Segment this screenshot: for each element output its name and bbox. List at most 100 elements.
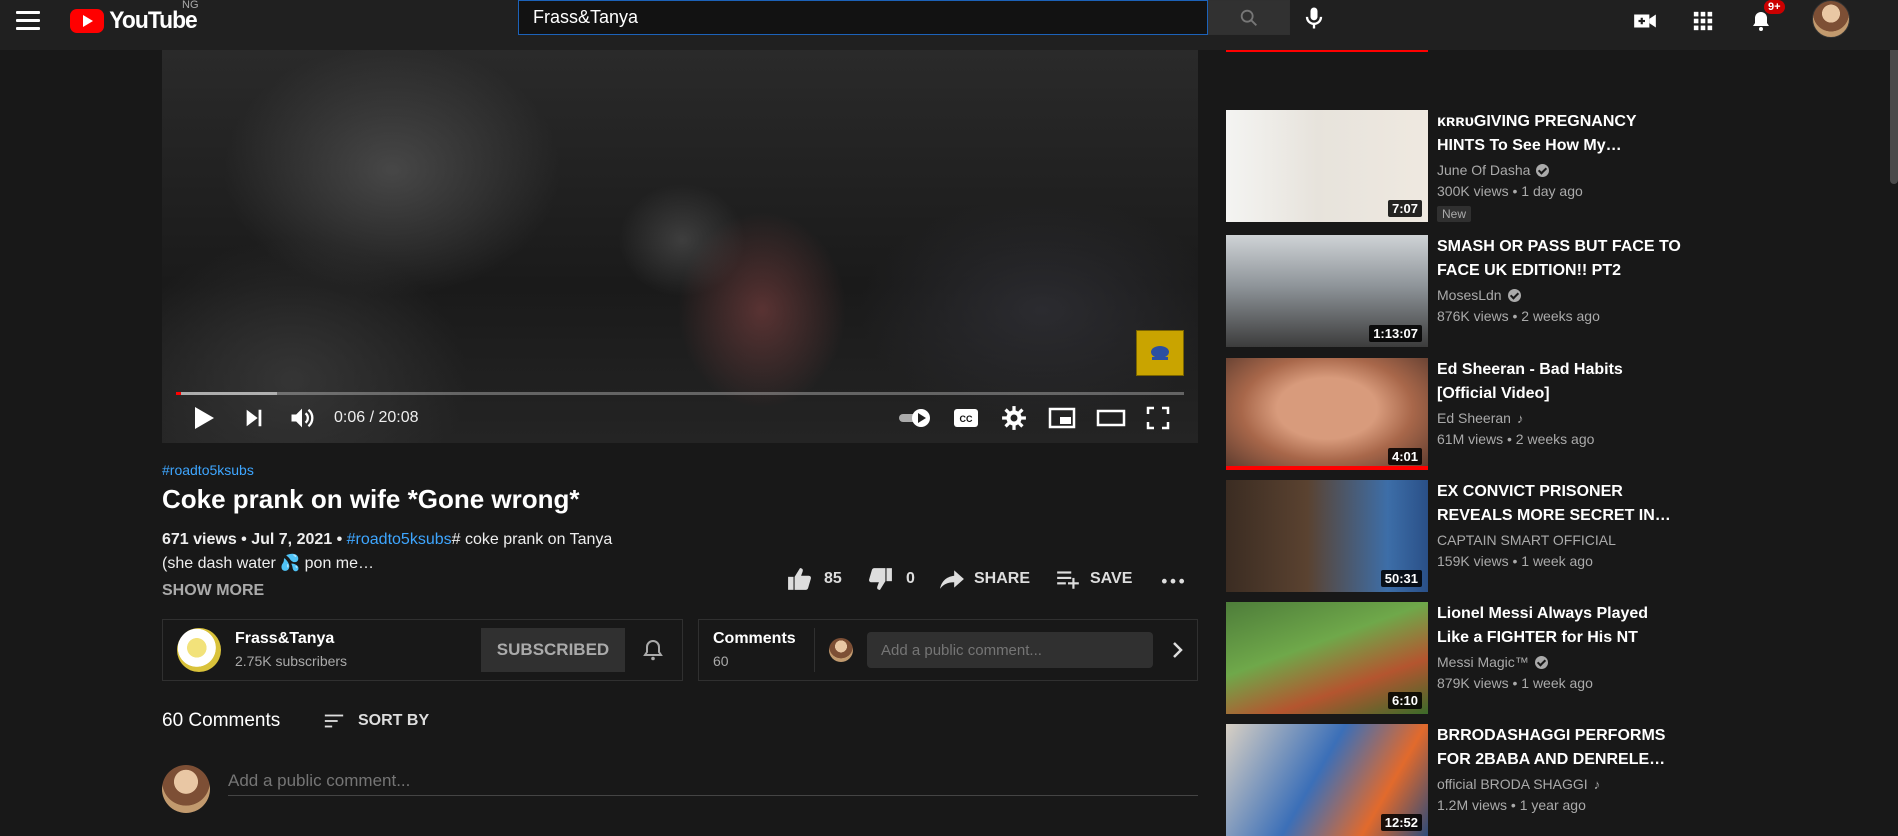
video-duration: 20:08 bbox=[378, 409, 419, 426]
volume-button[interactable] bbox=[284, 402, 320, 434]
recommended-channel-name[interactable]: CAPTAIN SMART OFFICIAL bbox=[1437, 532, 1616, 548]
search-input[interactable] bbox=[519, 1, 1207, 34]
channel-logo-icon bbox=[1151, 346, 1169, 360]
like-count: 85 bbox=[824, 570, 842, 587]
sort-by-button[interactable]: SORT BY bbox=[322, 708, 429, 734]
video-hashtag-link[interactable]: #roadto5ksubs bbox=[162, 462, 254, 478]
autoplay-toggle[interactable] bbox=[896, 402, 936, 434]
voice-search-button[interactable] bbox=[1300, 4, 1328, 32]
play-button[interactable] bbox=[188, 402, 220, 434]
recommended-video-meta: 876K views • 2 weeks ago bbox=[1437, 308, 1600, 324]
user-avatar bbox=[162, 765, 210, 813]
apps-button[interactable] bbox=[1688, 6, 1718, 36]
recommended-video-title[interactable]: EX CONVICT PRISONER REVEALS MORE SECRET … bbox=[1437, 480, 1682, 528]
progress-bar[interactable] bbox=[176, 392, 1184, 395]
recommended-channel-name[interactable]: Messi Magic™ bbox=[1437, 654, 1529, 670]
comments-card-input[interactable] bbox=[867, 632, 1153, 668]
video-thumbnail[interactable]: 50:31 bbox=[1226, 480, 1428, 592]
recommended-video-title[interactable]: Ed Sheeran - Bad Habits [Official Video] bbox=[1437, 358, 1682, 406]
show-more-button[interactable]: SHOW MORE bbox=[162, 582, 264, 600]
video-description: 671 views • Jul 7, 2021 • #roadto5ksubs#… bbox=[162, 528, 662, 576]
channel-card: Frass&Tanya 2.75K subscribers SUBSCRIBED bbox=[162, 619, 683, 681]
channel-name[interactable]: Frass&Tanya bbox=[235, 630, 334, 648]
video-frame bbox=[162, 50, 1198, 443]
theater-mode-button[interactable] bbox=[1094, 402, 1128, 434]
youtube-logo[interactable]: YouTube NG bbox=[70, 0, 199, 36]
recommended-channel-name[interactable]: MosesLdn bbox=[1437, 287, 1502, 303]
recommended-channel-name[interactable]: June Of Dasha bbox=[1437, 162, 1530, 178]
recommended-channel[interactable]: MosesLdn bbox=[1437, 287, 1521, 303]
search-button[interactable] bbox=[1208, 0, 1290, 35]
chevron-right-icon bbox=[1173, 642, 1183, 658]
time-display: 0:06 / 20:08 bbox=[334, 409, 419, 427]
dislike-button[interactable]: 0 bbox=[866, 564, 915, 594]
channel-avatar[interactable] bbox=[177, 628, 221, 672]
open-comments-button[interactable] bbox=[1165, 638, 1189, 662]
recommended-video-title[interactable]: BRRODASHAGGI PERFORMS FOR 2BABA AND DENR… bbox=[1437, 724, 1682, 772]
subtitles-button[interactable]: CC bbox=[950, 402, 982, 434]
share-label: SHARE bbox=[974, 570, 1031, 587]
search-icon bbox=[1240, 9, 1257, 26]
comments-panel-card[interactable]: Comments 60 bbox=[698, 619, 1198, 681]
closed-captions-icon: CC bbox=[954, 409, 978, 427]
recommended-video[interactable]: 1:13:07 SMASH OR PASS BUT FACE TO FACE UK… bbox=[1226, 235, 1686, 347]
description-hashtag-link[interactable]: #roadto5ksubs bbox=[347, 531, 452, 548]
thumbs-up-icon bbox=[788, 568, 811, 590]
miniplayer-button[interactable] bbox=[1046, 402, 1078, 434]
video-duration-badge: 4:01 bbox=[1387, 448, 1422, 465]
like-button[interactable]: 85 bbox=[786, 564, 842, 594]
video-thumbnail[interactable]: 7:07 bbox=[1226, 110, 1428, 222]
scrollbar-thumb[interactable] bbox=[1890, 36, 1898, 184]
fullscreen-icon bbox=[1146, 406, 1170, 430]
recommended-video[interactable]: 12:52 BRRODASHAGGI PERFORMS FOR 2BABA AND… bbox=[1226, 724, 1686, 836]
channel-watermark[interactable] bbox=[1136, 330, 1184, 376]
recommended-channel-name[interactable]: official BRODA SHAGGI bbox=[1437, 776, 1588, 792]
recommended-video-title[interactable]: ᴋʀʀᴜGIVING PREGNANCY HINTS To See How My… bbox=[1437, 110, 1682, 158]
played-bar bbox=[176, 392, 182, 395]
recommended-channel-name[interactable]: Ed Sheeran bbox=[1437, 410, 1511, 426]
recommended-channel[interactable]: Messi Magic™ bbox=[1437, 654, 1548, 670]
video-thumbnail[interactable]: 12:52 bbox=[1226, 724, 1428, 836]
add-comment-input[interactable] bbox=[228, 766, 1198, 796]
save-button[interactable]: SAVE bbox=[1054, 564, 1132, 594]
playlist-add-icon bbox=[1057, 571, 1079, 589]
menu-icon[interactable] bbox=[16, 8, 42, 34]
video-thumbnail[interactable]: 6:10 bbox=[1226, 602, 1428, 714]
description-text: # coke prank on Tanya bbox=[451, 531, 613, 548]
settings-button[interactable] bbox=[998, 402, 1030, 434]
more-actions-button[interactable] bbox=[1160, 564, 1186, 594]
user-avatar-small bbox=[829, 638, 853, 662]
recommended-video[interactable]: 7:07 ᴋʀʀᴜGIVING PREGNANCY HINTS To See Ho… bbox=[1226, 110, 1686, 222]
description-emoji: 💦 bbox=[280, 555, 301, 572]
recommended-video-title[interactable]: SMASH OR PASS BUT FACE TO FACE UK EDITIO… bbox=[1437, 235, 1682, 283]
notification-preference-button[interactable] bbox=[641, 638, 665, 662]
masthead: YouTube NG 9+ bbox=[0, 0, 1898, 50]
subscribe-button[interactable]: SUBSCRIBED bbox=[481, 628, 625, 672]
recommended-channel[interactable]: CAPTAIN SMART OFFICIAL bbox=[1437, 532, 1616, 548]
logo-text: YouTube bbox=[109, 7, 197, 34]
video-duration-badge: 12:52 bbox=[1380, 814, 1422, 831]
share-button[interactable]: SHARE bbox=[938, 564, 1030, 594]
fullscreen-button[interactable] bbox=[1142, 402, 1174, 434]
search-box bbox=[518, 0, 1208, 35]
recommended-channel[interactable]: official BRODA SHAGGI ♪ bbox=[1437, 776, 1600, 792]
video-thumbnail[interactable]: 1:13:07 bbox=[1226, 235, 1428, 347]
recommended-video[interactable]: 4:01 Ed Sheeran - Bad Habits [Official Vi… bbox=[1226, 358, 1686, 470]
next-button[interactable] bbox=[238, 402, 270, 434]
gear-icon bbox=[1002, 406, 1026, 430]
recommended-video-title[interactable]: Lionel Messi Always Played Like a FIGHTE… bbox=[1437, 602, 1682, 650]
create-video-button[interactable] bbox=[1630, 6, 1660, 36]
volume-icon bbox=[291, 408, 314, 428]
recommended-channel[interactable]: June Of Dasha bbox=[1437, 162, 1550, 178]
recommended-video[interactable]: 6:10 Lionel Messi Always Played Like a FI… bbox=[1226, 602, 1686, 714]
video-thumbnail[interactable]: 4:01 bbox=[1226, 358, 1428, 470]
video-player[interactable]: 0:06 / 20:08 CC bbox=[162, 50, 1198, 443]
recommended-channel[interactable]: Ed Sheeran ♪ bbox=[1437, 410, 1523, 426]
svg-text:CC: CC bbox=[960, 414, 973, 424]
bell-outline-icon bbox=[643, 639, 663, 661]
autoplay-toggle-icon bbox=[899, 409, 930, 427]
recommended-video-meta: 879K views • 1 week ago bbox=[1437, 675, 1593, 691]
comments-card-title: Comments bbox=[713, 630, 796, 647]
recommended-video[interactable]: 50:31 EX CONVICT PRISONER REVEALS MORE SE… bbox=[1226, 480, 1686, 592]
account-avatar[interactable] bbox=[1812, 0, 1850, 38]
